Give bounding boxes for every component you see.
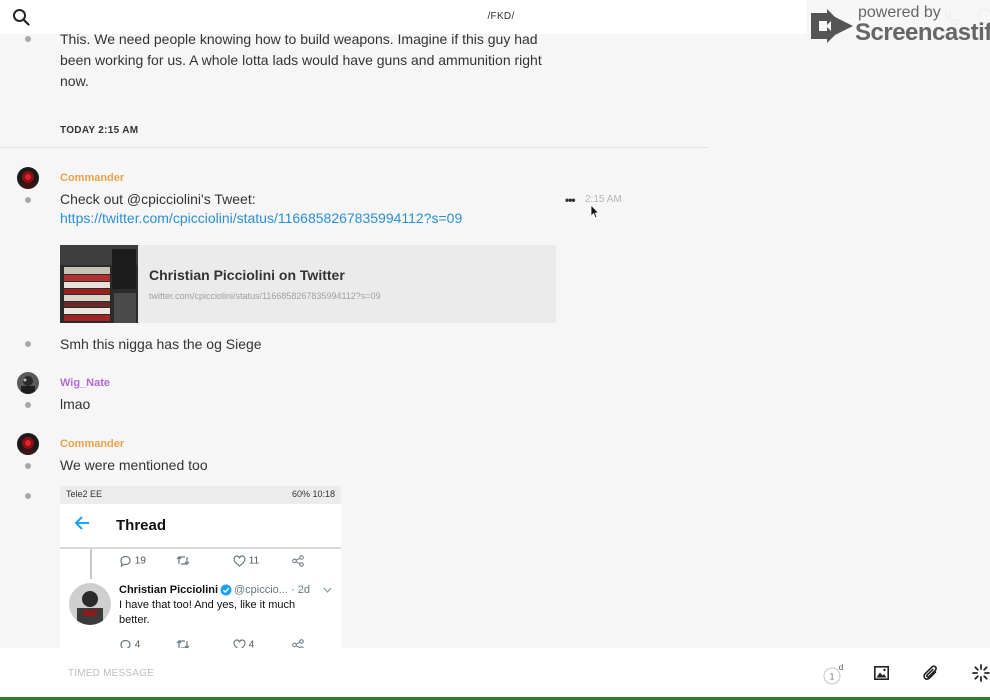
message-line: This. We need people knowing how to buil… — [60, 34, 538, 47]
carrier-label: Tele2 EE — [66, 489, 103, 499]
more-options-icon[interactable]: ••• — [565, 193, 576, 207]
date-divider: TODAY 2:15 AM — [60, 125, 139, 136]
retweet-icon — [176, 640, 190, 648]
reply-count-value: 4 — [134, 639, 141, 648]
message-text: Check out @cpicciolini's Tweet: — [60, 191, 256, 207]
screencastify-watermark: powered by Screencastify — [806, 0, 990, 52]
message-text: This. We need people knowing how to buil… — [60, 34, 542, 92]
avatar[interactable] — [17, 372, 39, 394]
retweet-icon — [176, 556, 190, 565]
watermark-brand: Screencastify — [855, 19, 990, 46]
message-text: Smh this nigga has the og Siege — [60, 336, 262, 352]
tweet-author-name: Christian Picciolini — [119, 584, 219, 596]
back-arrow-icon — [74, 516, 89, 530]
preview-url: twitter.com/cpicciolini/status/116685826… — [149, 291, 381, 301]
mouse-cursor-icon — [590, 204, 600, 219]
avatar[interactable] — [17, 167, 39, 189]
message-bullet — [25, 402, 31, 408]
share-icon — [292, 639, 304, 648]
timer-value: 1 — [829, 672, 834, 682]
divider-line — [60, 547, 341, 549]
timer-unit: d — [839, 663, 843, 672]
share-icon — [292, 555, 304, 567]
message-bullet — [25, 493, 31, 499]
verified-badge-icon — [220, 584, 232, 596]
share-action — [292, 555, 304, 567]
avatar[interactable] — [17, 433, 39, 455]
share-action — [292, 639, 304, 648]
tweet-text: I have that too! And yes, like it much b… — [119, 599, 296, 626]
link-preview-card[interactable]: Christian Picciolini on Twitter twitter.… — [60, 245, 556, 323]
thread-title: Thread — [116, 517, 167, 534]
message-bullet — [25, 341, 31, 347]
message-bullet — [25, 463, 31, 469]
message-line: now. — [60, 73, 89, 89]
username[interactable]: Commander — [60, 172, 124, 184]
message-bullet — [25, 36, 31, 42]
timer-icon[interactable]: 1 d — [822, 663, 844, 685]
preview-thumbnail — [60, 245, 138, 323]
composer-bar: TIMED MESSAGE 1 d — [0, 648, 990, 700]
paperclip-icon[interactable] — [923, 664, 939, 682]
message-line: been working for us. A whole lotta lads … — [60, 52, 542, 68]
like-count-value: 4 — [248, 639, 255, 648]
phone-status-bar: Tele2 EE 60% 10:18 — [60, 486, 341, 504]
divider-line — [0, 147, 708, 148]
reply-icon — [120, 639, 131, 648]
like-count: 4 — [233, 639, 254, 648]
reply-icon — [120, 555, 131, 568]
message-input[interactable]: TIMED MESSAGE — [68, 668, 154, 679]
retweet-action — [176, 639, 190, 648]
like-count: 11 — [233, 555, 259, 567]
thread-line — [90, 549, 92, 579]
like-count-value: 11 — [248, 555, 260, 567]
retweet-action — [176, 555, 190, 566]
preview-title: Christian Picciolini on Twitter — [149, 267, 345, 283]
reply-count: 4 — [119, 639, 140, 648]
tweet-avatar — [69, 583, 111, 625]
status-right: 60% 10:18 — [291, 489, 335, 499]
message-feed[interactable]: This. We need people knowing how to buil… — [0, 34, 708, 648]
message-text: lmao — [60, 396, 91, 412]
heart-icon — [233, 639, 246, 648]
image-icon[interactable] — [874, 666, 889, 680]
username[interactable]: Commander — [60, 438, 124, 450]
message-bullet — [25, 197, 31, 203]
screencastify-logo-icon — [811, 9, 853, 43]
message-text: We were mentioned too — [60, 457, 208, 473]
chevron-down-icon — [323, 587, 332, 593]
screenshot-attachment[interactable]: Tele2 EE 60% 10:18 Thread 19 11 Christia… — [60, 486, 341, 648]
reply-count-value: 19 — [134, 555, 146, 567]
sparkle-icon[interactable] — [972, 664, 990, 682]
reply-count: 19 — [119, 555, 146, 568]
heart-icon — [233, 555, 246, 567]
username[interactable]: Wig_Nate — [60, 377, 110, 389]
tweet-handle: @cpiccio... · 2d — [234, 584, 310, 596]
tweet-link[interactable]: https://twitter.com/cpicciolini/status/1… — [60, 210, 462, 226]
